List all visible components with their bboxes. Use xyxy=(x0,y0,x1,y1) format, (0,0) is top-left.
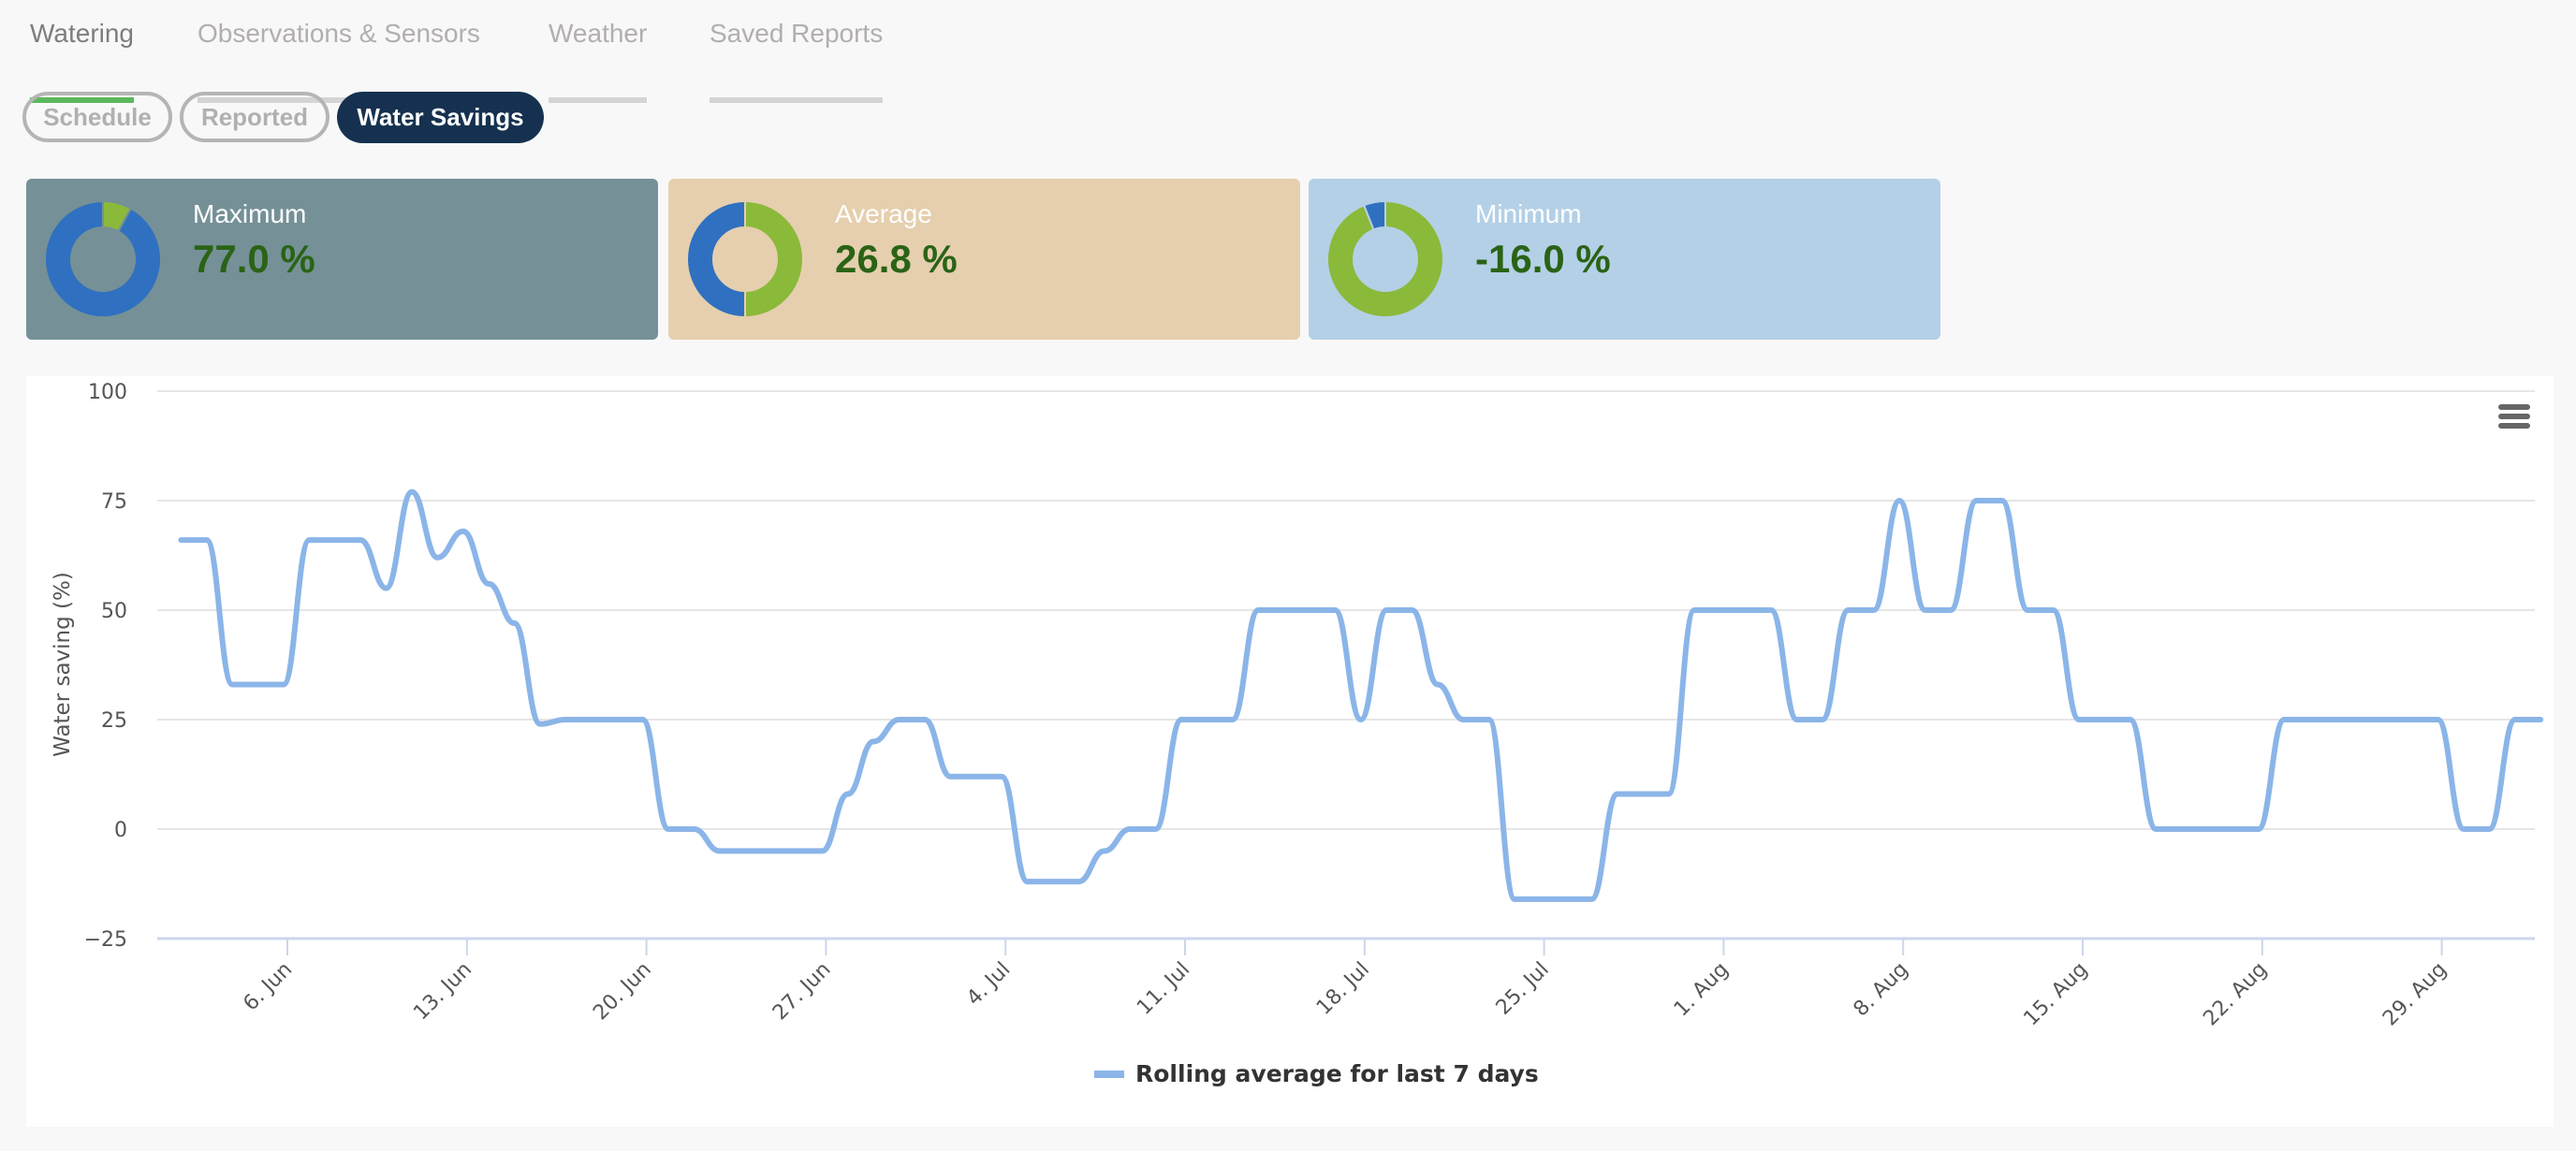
x-tick-label: 18. Jul xyxy=(1312,958,1374,1020)
y-tick-label: 100 xyxy=(88,381,127,404)
x-tick-label: 27. Jun xyxy=(768,958,836,1026)
x-tick-label: 29. Aug xyxy=(2378,958,2452,1031)
y-axis-label: Water saving (%) xyxy=(51,572,75,757)
x-tick-label: 11. Jul xyxy=(1133,958,1194,1020)
y-tick-label: 0 xyxy=(114,819,127,842)
x-tick-label: 15. Aug xyxy=(2019,958,2092,1031)
y-tick-label: 75 xyxy=(101,490,127,514)
water-savings-line-chart: −25 0 25 50 75 100 6. Jun 13. Jun 20. Jun 27. Ju… xyxy=(51,381,2544,1031)
legend-label: Rolling average for last 7 days xyxy=(1135,1060,1539,1087)
x-tick-label: 22. Aug xyxy=(2199,958,2272,1031)
x-tick-label: 25. Jul xyxy=(1492,958,1554,1020)
series-line-rolling-average[interactable] xyxy=(178,488,2544,902)
hamburger-menu-icon[interactable] xyxy=(2498,404,2530,430)
x-tick-label: 4. Jul xyxy=(962,958,1015,1011)
x-tick-label: 1. Aug xyxy=(1670,958,1734,1022)
x-tick-label: 20. Jun xyxy=(589,958,656,1026)
x-tick-label: 13. Jun xyxy=(409,958,476,1026)
x-tick-label: 8. Aug xyxy=(1850,958,1913,1022)
chart-legend-item[interactable]: Rolling average for last 7 days xyxy=(1094,1060,1539,1087)
legend-swatch xyxy=(1094,1070,1124,1078)
y-tick-label: 25 xyxy=(101,709,127,733)
y-tick-label: 50 xyxy=(101,600,127,623)
x-tick-label: 6. Jun xyxy=(239,958,297,1016)
y-tick-label: −25 xyxy=(84,928,127,952)
